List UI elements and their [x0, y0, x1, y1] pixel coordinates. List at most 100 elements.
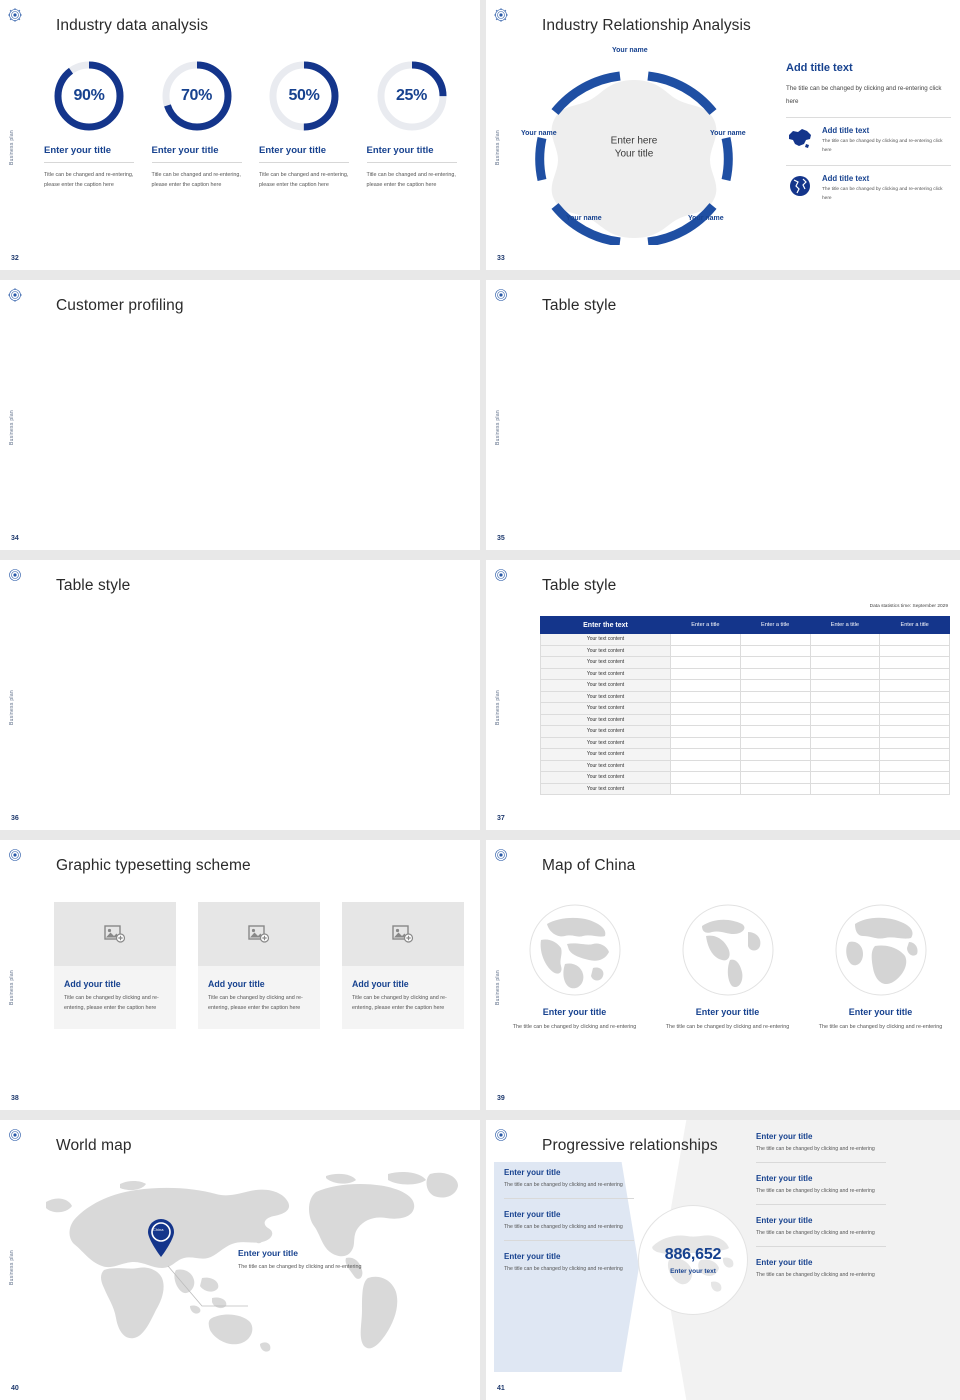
slide-32[interactable]: Business plan 32 Industry data analysis …	[0, 0, 480, 280]
slide-41[interactable]: Business plan 41 Progressive relationshi…	[480, 1120, 960, 1400]
progressive-block[interactable]: Enter your title The title can be change…	[504, 1168, 634, 1200]
cell[interactable]	[879, 690, 950, 703]
slide-38[interactable]: Business plan 38 Graphic typesetting sch…	[0, 840, 480, 1120]
cell[interactable]	[670, 771, 741, 784]
cell[interactable]	[809, 725, 881, 738]
progressive-block[interactable]: Enter your title The title can be change…	[756, 1258, 886, 1280]
page-number: 33	[497, 255, 505, 262]
progressive-block[interactable]: Enter your title The title can be change…	[504, 1210, 634, 1242]
content-card[interactable]: Add your title Title can be changed by c…	[342, 902, 464, 1029]
cell[interactable]	[670, 748, 741, 761]
cell[interactable]	[739, 713, 811, 726]
cell[interactable]	[879, 633, 950, 646]
cell[interactable]	[670, 656, 741, 669]
globe-item[interactable]: Enter your title The title can be change…	[508, 902, 641, 1032]
donut-item[interactable]: 70% Enter your title Title can be change…	[151, 58, 260, 190]
cell[interactable]	[809, 782, 881, 795]
page-title: Table style	[56, 577, 131, 594]
cell[interactable]	[809, 656, 881, 669]
progressive-block[interactable]: Enter your title The title can be change…	[756, 1132, 886, 1164]
slide-39[interactable]: Business plan 39 Map of China Enter your…	[480, 840, 960, 1120]
donut-item[interactable]: 50% Enter your title Title can be change…	[259, 58, 367, 190]
cell[interactable]	[879, 736, 950, 749]
cell[interactable]	[739, 644, 811, 657]
cell[interactable]	[879, 748, 950, 761]
cell[interactable]	[670, 644, 741, 657]
donut-item[interactable]: 25% Enter your title Title can be change…	[366, 58, 475, 190]
cell[interactable]	[739, 667, 811, 680]
content-card[interactable]: Add your title Title can be changed by c…	[198, 902, 320, 1029]
cell[interactable]	[670, 725, 741, 738]
content-card[interactable]: Add your title Title can be changed by c…	[54, 902, 176, 1029]
cycle-node-label[interactable]: Your name	[688, 215, 724, 223]
cell[interactable]	[739, 633, 811, 646]
cell[interactable]	[809, 748, 881, 761]
cell[interactable]	[670, 633, 741, 646]
cell[interactable]	[739, 690, 811, 703]
cell[interactable]	[879, 656, 950, 669]
cell[interactable]	[809, 633, 881, 646]
cell[interactable]	[809, 690, 881, 703]
progressive-block[interactable]: Enter your title The title can be change…	[504, 1252, 634, 1274]
donut-item[interactable]: 90% Enter your title Title can be change…	[44, 58, 152, 190]
globe-item[interactable]: Enter your title The title can be change…	[661, 902, 794, 1032]
data-table[interactable]: Enter the text Enter a title Enter a tit…	[540, 616, 950, 795]
cell[interactable]	[809, 679, 881, 692]
slide-35[interactable]: Business plan 35 Table style # project C…	[480, 280, 960, 560]
cell[interactable]	[879, 759, 950, 772]
cell[interactable]	[879, 702, 950, 715]
cell[interactable]	[670, 736, 741, 749]
cell[interactable]	[739, 725, 811, 738]
cell[interactable]	[879, 644, 950, 657]
slide-36[interactable]: Business plan 36 Table style Fill in the…	[0, 560, 480, 840]
cell[interactable]	[739, 748, 811, 761]
cell[interactable]	[809, 713, 881, 726]
card-image-placeholder[interactable]	[342, 902, 464, 966]
cell[interactable]	[809, 644, 881, 657]
cell[interactable]	[879, 713, 950, 726]
cycle-node-label[interactable]: Your name	[521, 130, 557, 138]
cell[interactable]	[670, 759, 741, 772]
card-image-placeholder[interactable]	[54, 902, 176, 966]
cell[interactable]	[809, 771, 881, 784]
cell[interactable]	[879, 679, 950, 692]
center-stat-circle[interactable]: 886,652 Enter your text	[638, 1205, 748, 1315]
cell[interactable]	[739, 782, 811, 795]
cell[interactable]	[879, 782, 950, 795]
cell[interactable]	[809, 736, 881, 749]
cell[interactable]	[879, 667, 950, 680]
cell[interactable]	[739, 736, 811, 749]
cycle-node-label[interactable]: Your name	[566, 215, 602, 223]
slide-37[interactable]: Business plan 37 Table style Data statis…	[480, 560, 960, 840]
slide-40[interactable]: Business plan 40 World map China Enter y…	[0, 1120, 480, 1400]
cell[interactable]	[670, 667, 741, 680]
cell[interactable]	[809, 759, 881, 772]
china-map-icon	[786, 126, 814, 150]
progressive-block[interactable]: Enter your title The title can be change…	[756, 1216, 886, 1248]
cell[interactable]	[879, 771, 950, 784]
card-text: Title can be changed by clicking and re-…	[64, 995, 159, 1011]
cell[interactable]	[739, 702, 811, 715]
cycle-node-label[interactable]: Your name	[710, 130, 746, 138]
right-list-item[interactable]: Add title text The title can be changed …	[786, 174, 951, 204]
slide-34[interactable]: Business plan 34 Customer profiling How …	[0, 280, 480, 560]
row-label: Your text content	[540, 644, 671, 657]
cycle-node-label[interactable]: Your name	[612, 47, 648, 55]
right-list-item[interactable]: Add title text The title can be changed …	[786, 126, 951, 156]
slide-33[interactable]: Business plan 33 Industry Relationship A…	[480, 0, 960, 280]
cell[interactable]	[809, 667, 881, 680]
card-image-placeholder[interactable]	[198, 902, 320, 966]
cell[interactable]	[670, 702, 741, 715]
cell[interactable]	[670, 782, 741, 795]
cell[interactable]	[670, 679, 741, 692]
cell[interactable]	[670, 713, 741, 726]
cell[interactable]	[739, 656, 811, 669]
cell[interactable]	[879, 725, 950, 738]
cell[interactable]	[739, 771, 811, 784]
globe-item[interactable]: Enter your title The title can be change…	[814, 902, 947, 1032]
cell[interactable]	[809, 702, 881, 715]
progressive-block[interactable]: Enter your title The title can be change…	[756, 1174, 886, 1206]
cell[interactable]	[739, 759, 811, 772]
cell[interactable]	[670, 690, 741, 703]
cell[interactable]	[739, 679, 811, 692]
